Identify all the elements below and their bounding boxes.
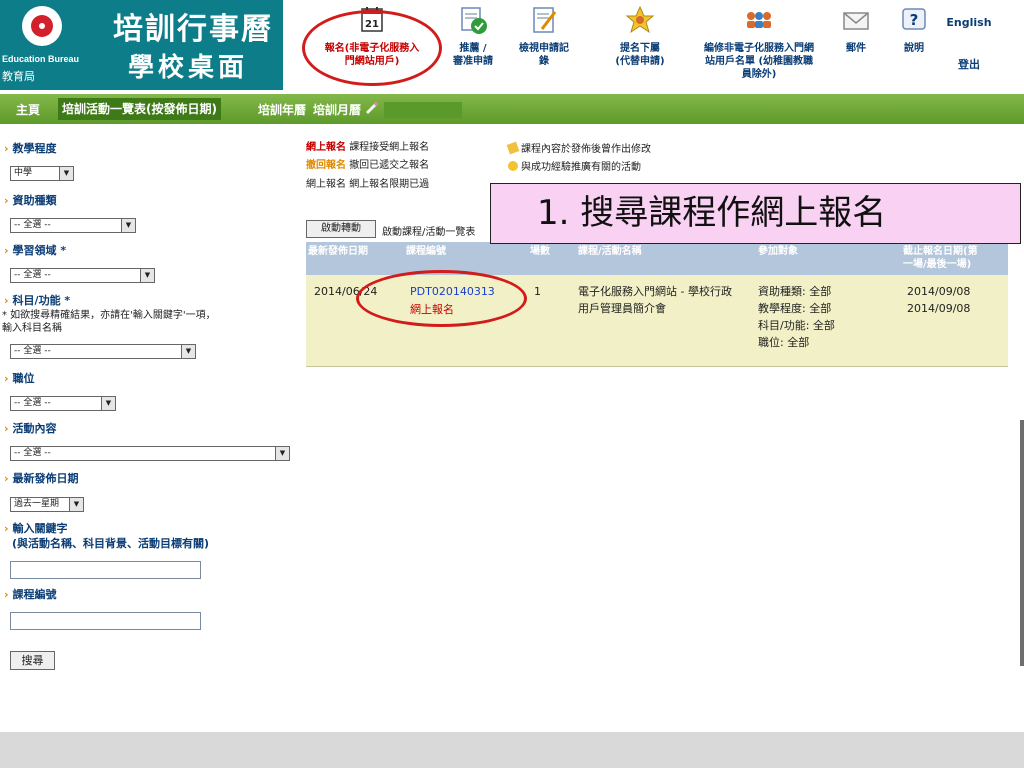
- nav-edit-user-list-button[interactable]: 編修非電子化服務入門網 站用戶名單 (幼稚園教職 員除外): [686, 0, 832, 90]
- bureau-name-zh: 教育局: [2, 70, 35, 83]
- chevron-down-icon: ▼: [59, 167, 73, 180]
- nav-review-label-2: 審准申請: [453, 56, 493, 67]
- brand-banner: Education Bureau 教育局 培訓行事曆 學校桌面: [0, 0, 283, 90]
- course-table-header: 最新發佈日期 課程編號 場數 課程/活動名稱 參加對象 截止報名日期(第 一場/…: [306, 242, 1008, 275]
- col-header-code[interactable]: 課程編號: [406, 245, 446, 258]
- course-code-input[interactable]: [10, 612, 201, 630]
- col-header-target[interactable]: 參加對象: [758, 245, 798, 258]
- logout-link[interactable]: 登出: [940, 56, 998, 72]
- funding-select[interactable]: -- 全選 -- ▼: [10, 218, 136, 233]
- slide-footer-band: [0, 732, 1024, 768]
- nav-yearly-calendar-link[interactable]: 培訓年曆: [258, 101, 306, 118]
- nav-recommend-approve-button[interactable]: 推薦 / 審准申請: [440, 0, 506, 90]
- latest-date-select[interactable]: 過去一星期 ▼: [10, 497, 84, 512]
- nav-activity-list-tab[interactable]: 培訓活動一覽表(按發佈日期): [58, 98, 221, 120]
- nav-monthly-calendar-link[interactable]: 培訓月曆: [313, 101, 361, 118]
- cell-course-name: 電子化服務入門網站 - 學校行政 用戶管理員簡介會: [578, 285, 732, 315]
- nav-edit-label-1: 編修非電子化服務入門網: [704, 43, 814, 54]
- filter-keyword-label: › 輸入關鍵字: [4, 522, 68, 535]
- toggle-scroll-description: 啟動課程/活動一覽表: [382, 227, 476, 238]
- legend-withdraw: 撤回報名 撤回已遞交之報名: [306, 160, 430, 171]
- legend-promo: 與成功經驗推廣有關的活動: [508, 158, 641, 173]
- keyword-input[interactable]: [10, 561, 201, 579]
- star-badge-icon: [625, 5, 655, 34]
- nav-help-label: 說明: [904, 43, 924, 54]
- col-header-name[interactable]: 課程/活動名稱: [578, 245, 642, 258]
- help-question-icon: ?: [902, 8, 926, 30]
- medal-icon: [508, 161, 518, 171]
- filter-keyword-hint: (與活動名稱、科目背景、活動目標有關): [12, 537, 210, 550]
- annotation-circle-online-register: [356, 270, 527, 327]
- nav-help-button[interactable]: ? 說明: [895, 0, 933, 90]
- activity-content-select[interactable]: -- 全選 -- ▼: [10, 446, 290, 461]
- chevron-down-icon: ▼: [69, 498, 83, 511]
- nav-view-label-2: 錄: [539, 56, 549, 67]
- learning-area-select[interactable]: -- 全選 -- ▼: [10, 268, 155, 283]
- subject-select[interactable]: -- 全選 -- ▼: [10, 344, 196, 359]
- flag-note-icon: [506, 141, 520, 155]
- subject-note-line-2: 輸入科目名稱: [2, 323, 62, 334]
- language-logout-area: English 登出: [940, 0, 998, 90]
- subject-note-line-1: * 如欲搜尋精確結果，亦請在'輸入關鍵字'一項，: [2, 310, 216, 321]
- bureau-name-en: Education Bureau: [2, 54, 80, 64]
- filter-funding-label: › 資助種類: [4, 194, 57, 207]
- cell-target: 資助種類: 全部 教學程度: 全部 科目/功能: 全部 職位: 全部: [758, 285, 835, 349]
- users-group-icon: [747, 12, 771, 28]
- chevron-down-icon: ▼: [275, 447, 289, 460]
- cell-sessions: 1: [534, 285, 541, 298]
- chevron-down-icon: ▼: [101, 397, 115, 410]
- section-nav-bar: 主頁 培訓活動一覽表(按發佈日期) 培訓年曆 培訓月曆: [0, 94, 1024, 124]
- chevron-down-icon: ▼: [181, 345, 195, 358]
- nav-view-records-button[interactable]: 檢視申請記 錄: [508, 0, 580, 90]
- search-button[interactable]: 搜尋: [10, 651, 55, 670]
- filter-course-code-label: › 課程編號: [4, 588, 57, 601]
- col-header-date[interactable]: 最新發佈日期: [308, 245, 368, 258]
- nav-edit-label-2: 站用戶名單 (幼稚園教職: [704, 56, 814, 67]
- nav-nominate-button[interactable]: 提名下屬 (代替申請): [610, 0, 670, 90]
- filter-post-label: › 職位: [4, 372, 35, 385]
- toggle-scroll-button[interactable]: 啟動轉動: [306, 220, 376, 238]
- app-subtitle: 學校桌面: [128, 53, 249, 83]
- nav-mail-button[interactable]: 郵件: [835, 0, 877, 90]
- vertical-scrollbar[interactable]: [1020, 420, 1024, 666]
- nav-edit-label-3: 員除外): [741, 69, 777, 80]
- cell-deadline: 2014/09/08 2014/09/08: [907, 285, 971, 315]
- nav-home-link[interactable]: 主頁: [16, 101, 40, 118]
- bullet-arrow-icon: ›: [4, 142, 9, 155]
- chevron-down-icon: ▼: [140, 269, 154, 282]
- teaching-level-select[interactable]: 中學 ▼: [10, 166, 74, 181]
- filter-subject-label: › 科目/功能 *: [4, 294, 71, 307]
- english-link[interactable]: English: [940, 16, 998, 29]
- chevron-down-icon: ▼: [121, 219, 135, 232]
- nav-review-label-1: 推薦 /: [459, 43, 487, 54]
- step-callout: 1. 搜尋課程作網上報名: [490, 183, 1021, 244]
- app-title: 培訓行事曆: [113, 12, 273, 47]
- post-select[interactable]: -- 全選 -- ▼: [10, 396, 116, 411]
- pencil-icon[interactable]: [364, 100, 380, 116]
- filter-latest-date-label: › 最新發佈日期: [4, 472, 79, 485]
- approve-check-icon: [461, 7, 487, 34]
- blank-bar-segment: [384, 102, 462, 118]
- legend-expired: 網上報名 網上報名限期已過: [306, 179, 430, 190]
- envelope-icon: [843, 12, 869, 30]
- filter-learning-area-label: › 學習領域 *: [4, 244, 67, 257]
- legend-online: 網上報名 課程接受網上報名: [306, 142, 430, 153]
- col-header-deadline[interactable]: 截止報名日期(第 一場/最後一場): [903, 245, 1005, 271]
- col-header-sessions[interactable]: 場數: [530, 245, 550, 258]
- legend-modified: 課程內容於發佈後曾作出修改: [506, 140, 651, 155]
- nav-nominate-label-2: (代替申請): [615, 56, 665, 67]
- nav-view-label-1: 檢視申請記: [519, 43, 569, 54]
- edit-document-icon: [533, 7, 557, 33]
- nav-mail-label: 郵件: [846, 43, 866, 54]
- top-header: Education Bureau 教育局 培訓行事曆 學校桌面 21 報名(非電…: [0, 0, 1024, 90]
- filter-activity-content-label: › 活動內容: [4, 422, 57, 435]
- svg-text:?: ?: [910, 11, 919, 29]
- annotation-circle-register: [302, 10, 442, 86]
- hksar-emblem-icon: [22, 6, 62, 46]
- filter-teaching-level-label: › 教學程度: [4, 142, 57, 155]
- nav-nominate-label-1: 提名下屬: [620, 43, 660, 54]
